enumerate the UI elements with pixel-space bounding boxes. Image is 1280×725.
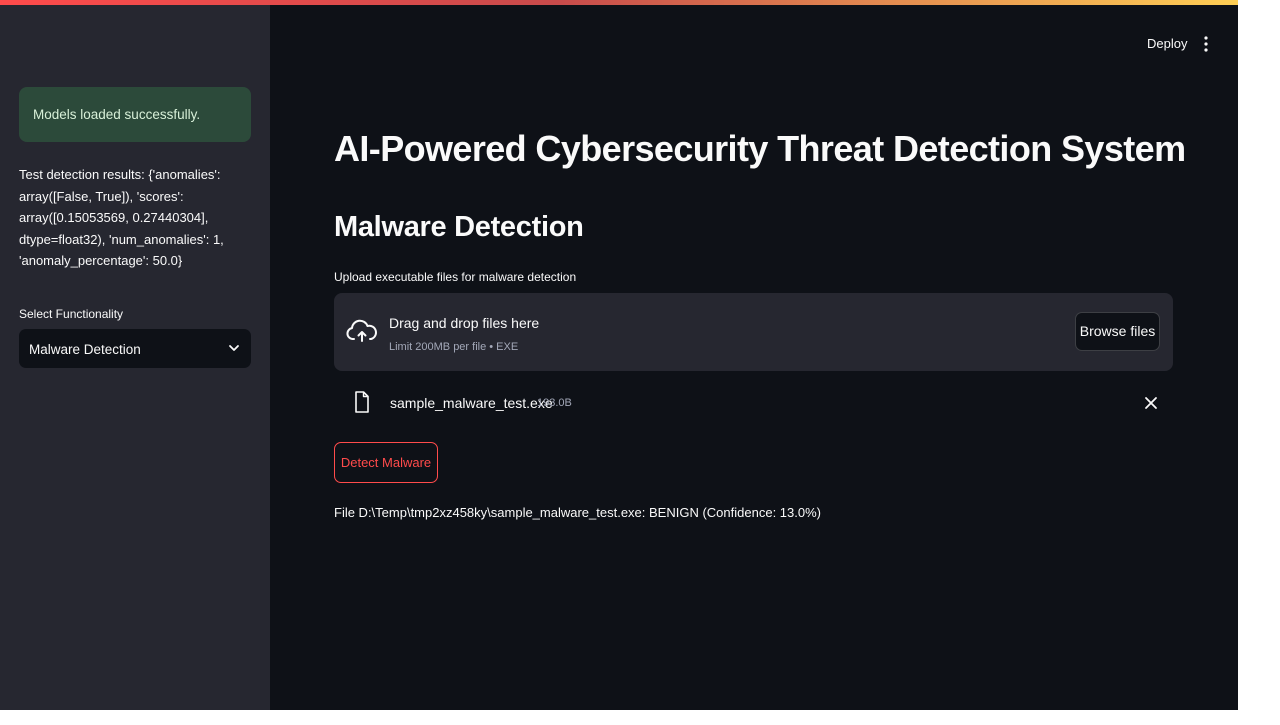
uploader-label: Upload executable files for malware dete…	[334, 270, 577, 284]
close-icon[interactable]	[1144, 396, 1158, 410]
kebab-menu-icon[interactable]	[1199, 35, 1213, 53]
uploaded-file-size: 193.0B	[537, 397, 572, 409]
functionality-select-value: Malware Detection	[29, 342, 141, 357]
browse-files-button[interactable]: Browse files	[1075, 312, 1160, 351]
select-functionality-label: Select Functionality	[19, 307, 124, 321]
deploy-button[interactable]: Deploy	[1147, 36, 1187, 51]
test-results-text: Test detection results: {'anomalies': ar…	[19, 167, 224, 268]
section-title: Malware Detection	[334, 211, 584, 243]
file-dropzone[interactable]: Drag and drop files here Limit 200MB per…	[334, 293, 1173, 371]
cloud-upload-icon	[346, 319, 377, 342]
uploaded-file-name: sample_malware_test.exe	[390, 395, 553, 411]
success-alert: Models loaded successfully.	[19, 87, 251, 142]
functionality-select[interactable]: Malware Detection	[19, 329, 251, 368]
dropzone-title: Drag and drop files here	[389, 315, 540, 331]
page-title: AI-Powered Cybersecurity Threat Detectio…	[334, 128, 1186, 169]
app-window: Models loaded successfully. Test detecti…	[0, 0, 1238, 710]
sidebar: Models loaded successfully. Test detecti…	[0, 5, 270, 710]
chevron-down-icon	[229, 345, 239, 351]
file-icon	[355, 391, 369, 413]
detect-malware-button[interactable]: Detect Malware	[334, 442, 438, 483]
dropzone-limit-text: Limit 200MB per file • EXE	[389, 341, 519, 353]
detection-result-text: File D:\Temp\tmp2xz458ky\sample_malware_…	[334, 505, 821, 520]
